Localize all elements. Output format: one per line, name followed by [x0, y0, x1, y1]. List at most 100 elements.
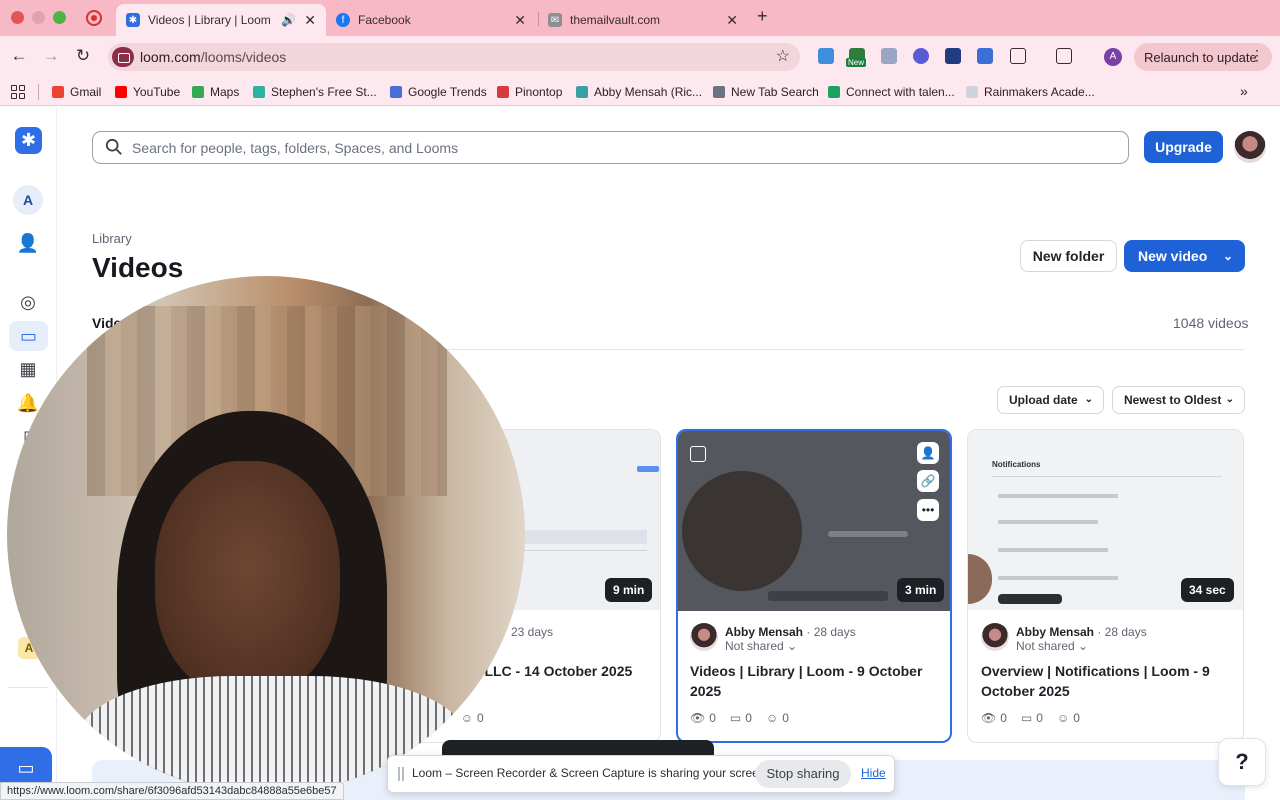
- window-close-button[interactable]: [11, 11, 24, 24]
- thumbnail-heading: Notifications: [992, 460, 1041, 469]
- video-title[interactable]: ily LLC - 14 October 2025: [465, 661, 655, 681]
- bookmark-item[interactable]: Pinontop: [497, 85, 562, 99]
- chevron-down-icon[interactable]: ⌄: [1223, 240, 1233, 272]
- extension-icon[interactable]: [945, 48, 961, 64]
- relaunch-to-update-button[interactable]: Relaunch to update ⋮: [1134, 43, 1272, 71]
- share-status-dropdown[interactable]: Not shared ⌄: [725, 639, 797, 653]
- author-name[interactable]: Abby Mensah: [725, 625, 803, 639]
- stop-sharing-button[interactable]: Stop sharing: [755, 760, 851, 788]
- share-add-user-icon[interactable]: 👤: [917, 442, 939, 464]
- tab-close-icon[interactable]: ✕: [514, 12, 526, 29]
- tab-search-icon[interactable]: [1056, 48, 1072, 64]
- share-status-dropdown[interactable]: Not shared ⌄: [1016, 639, 1088, 653]
- personal-space-icon[interactable]: ◎: [15, 289, 41, 315]
- bookmark-label: Maps: [210, 85, 240, 99]
- bookmark-favicon-icon: [497, 86, 509, 98]
- webcam-bubble[interactable]: [7, 276, 525, 794]
- tab-loom-videos[interactable]: ✱ Videos | Library | Loom 🔊 ✕: [116, 4, 326, 36]
- extension-icon[interactable]: [818, 48, 834, 64]
- calendar-icon[interactable]: ▦: [15, 356, 41, 382]
- eye-icon: 👁: [981, 711, 997, 725]
- relaunch-label: Relaunch to update: [1144, 49, 1257, 65]
- bookmark-favicon-icon: [253, 86, 265, 98]
- author-name[interactable]: Abby Mensah: [1016, 625, 1094, 639]
- comments-stat: ▭ 0: [1020, 711, 1043, 725]
- bookmark-item[interactable]: Abby Mensah (Ric...: [576, 85, 702, 99]
- extension-icon[interactable]: [881, 48, 897, 64]
- apps-grid-icon[interactable]: [11, 85, 25, 99]
- eye-icon: 👁: [690, 711, 706, 725]
- upgrade-button[interactable]: Upgrade: [1144, 131, 1223, 163]
- bookmark-item[interactable]: Rainmakers Acade...: [966, 85, 1095, 99]
- video-duration: 3 min: [897, 578, 945, 602]
- sort-field-dropdown[interactable]: Upload date ⌄: [997, 386, 1104, 414]
- new-tab-plus-icon[interactable]: +: [757, 6, 768, 27]
- search-bar[interactable]: Search for people, tags, folders, Spaces…: [92, 131, 1129, 164]
- video-stats: 👁 0 ▭ 0 ☺ 0: [690, 711, 789, 725]
- bookmark-favicon-icon: [828, 86, 840, 98]
- forward-arrow-icon[interactable]: →: [40, 46, 62, 66]
- site-info-icon[interactable]: [112, 47, 134, 67]
- reactions-stat: ☺ 0: [460, 711, 484, 725]
- sort-order-dropdown[interactable]: Newest to Oldest ⌄: [1112, 386, 1245, 414]
- bookmark-label: Stephen's Free St...: [271, 85, 377, 99]
- bookmark-item[interactable]: Maps: [192, 85, 239, 99]
- bookmark-label: Gmail: [70, 85, 102, 99]
- search-input[interactable]: Search for people, tags, folders, Spaces…: [132, 140, 458, 156]
- sort-order-label: Newest to Oldest: [1124, 393, 1222, 407]
- window-minimize-button[interactable]: [32, 11, 45, 24]
- sort-field-label: Upload date: [1009, 393, 1078, 407]
- bookmark-label: Abby Mensah (Ric...: [594, 85, 703, 99]
- emoji-icon: ☺: [1056, 711, 1070, 725]
- bookmark-item[interactable]: YouTube: [115, 85, 180, 99]
- bookmark-item[interactable]: New Tab Search: [713, 85, 819, 99]
- browser-menu-icon[interactable]: ⋮: [1250, 47, 1264, 64]
- share-message: Loom – Screen Recorder & Screen Capture …: [412, 766, 769, 780]
- loom-logo-icon[interactable]: ✱: [15, 127, 42, 154]
- window-zoom-button[interactable]: [53, 11, 66, 24]
- reload-icon[interactable]: ↻: [72, 46, 94, 66]
- library-icon[interactable]: ▭: [9, 321, 48, 351]
- breadcrumb[interactable]: Library: [92, 231, 132, 246]
- author-avatar: [690, 623, 718, 651]
- more-bookmarks-icon[interactable]: »: [1240, 83, 1248, 99]
- drag-handle-icon[interactable]: [398, 767, 404, 781]
- page-title: Videos: [92, 252, 184, 283]
- video-title[interactable]: Overview | Notifications | Loom - 9 Octo…: [981, 661, 1221, 701]
- extensions-puzzle-icon[interactable]: [1010, 48, 1026, 64]
- recording-controls-bar[interactable]: [442, 740, 714, 756]
- bookmark-favicon-icon: [390, 86, 402, 98]
- bookmark-item[interactable]: Google Trends: [390, 85, 487, 99]
- bookmark-item[interactable]: Stephen's Free St...: [253, 85, 377, 99]
- tab-title: themailvault.com: [570, 13, 661, 27]
- tab-themailvault[interactable]: ✉ themailvault.com ✕: [538, 4, 748, 36]
- tab-close-icon[interactable]: ✕: [304, 12, 316, 29]
- video-title[interactable]: Videos | Library | Loom - 9 October 2025: [690, 661, 940, 701]
- select-checkbox[interactable]: [690, 446, 706, 462]
- address-bar[interactable]: loom.com/looms/videos ☆: [108, 43, 800, 71]
- extension-icon[interactable]: [977, 48, 993, 64]
- bookmark-item[interactable]: Connect with talen...: [828, 85, 955, 99]
- bookmark-item[interactable]: Gmail: [52, 85, 101, 99]
- copy-link-icon[interactable]: 🔗: [917, 470, 939, 492]
- bookmark-label: New Tab Search: [731, 85, 819, 99]
- help-button[interactable]: ?: [1218, 738, 1266, 786]
- video-count: 1048 videos: [1173, 315, 1249, 331]
- new-folder-button[interactable]: New folder: [1020, 240, 1117, 272]
- tab-close-icon[interactable]: ✕: [726, 12, 738, 29]
- invite-user-icon[interactable]: 👤: [15, 230, 41, 256]
- more-options-icon[interactable]: •••: [917, 499, 939, 521]
- profile-avatar[interactable]: A: [1104, 48, 1122, 66]
- bookmark-favicon-icon: [115, 86, 127, 98]
- author-avatar: [981, 623, 1009, 651]
- audio-playing-icon[interactable]: 🔊: [281, 13, 296, 27]
- workspace-avatar[interactable]: A: [13, 185, 43, 215]
- user-avatar[interactable]: [1234, 131, 1266, 163]
- tab-facebook[interactable]: f Facebook ✕: [326, 4, 536, 36]
- hide-link[interactable]: Hide: [861, 766, 886, 780]
- bookmark-star-icon[interactable]: ☆: [776, 46, 790, 66]
- new-video-button[interactable]: New video ⌄: [1124, 240, 1245, 272]
- comment-icon: ▭: [729, 711, 742, 725]
- extension-icon[interactable]: [913, 48, 929, 64]
- back-arrow-icon[interactable]: ←: [8, 46, 30, 66]
